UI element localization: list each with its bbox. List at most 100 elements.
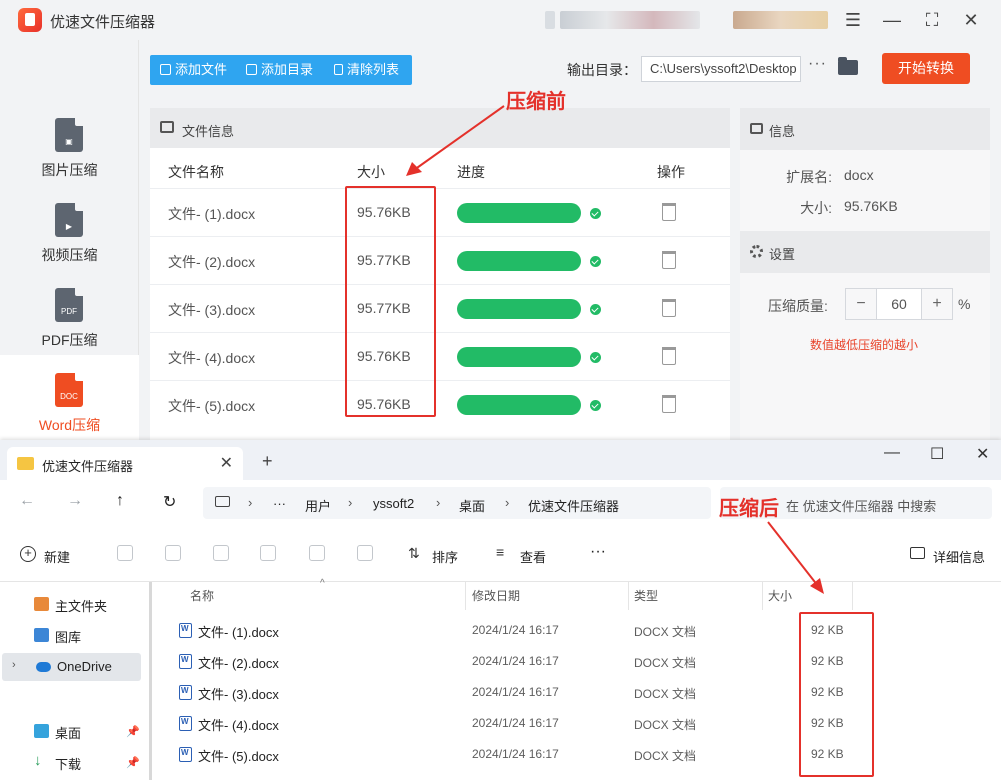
copy-icon[interactable] <box>165 545 181 561</box>
navigation-pane: 主文件夹 图库 › OneDrive 桌面 📌 ↓ 下载 📌 <box>0 582 150 780</box>
delete-icon[interactable] <box>662 299 676 317</box>
delete-icon[interactable] <box>662 347 676 365</box>
nav-item-label: 图库 <box>55 630 82 645</box>
delete-icon[interactable] <box>662 395 676 413</box>
minimize-icon[interactable]: — <box>880 8 904 32</box>
details-button[interactable]: 详细信息 <box>933 547 985 566</box>
cut-icon[interactable] <box>117 545 133 561</box>
progress-bar <box>457 347 581 367</box>
delete-icon[interactable] <box>357 545 373 561</box>
sidebar-item-label: 图片压缩 <box>41 162 98 178</box>
compressor-app-window: 优速文件压缩器 ☰ — ⛶ ✕ ▣ 图片压缩 ▶ 视频压缩 PDF PDF压缩 … <box>0 0 1001 440</box>
breadcrumb-separator: › <box>505 495 510 510</box>
info-header: 信息 <box>740 108 990 150</box>
gallery-icon <box>34 628 49 642</box>
progress-bar <box>457 395 581 415</box>
start-convert-button[interactable]: 开始转换 <box>882 53 970 84</box>
nav-item-onedrive[interactable]: › OneDrive <box>2 653 141 681</box>
refresh-button[interactable]: ↻ <box>163 492 176 512</box>
sidebar-item-video-compress[interactable]: ▶ 视频压缩 <box>0 185 139 270</box>
more-button[interactable]: ··· <box>590 543 606 561</box>
sidebar-item-word-compress[interactable]: DOC Word压缩 <box>0 355 139 440</box>
more-options-button[interactable]: ··· <box>808 55 827 73</box>
file-name: 文件- (3).docx <box>168 302 256 318</box>
breadcrumb-item[interactable]: 桌面 <box>459 496 485 515</box>
file-modified: 2024/1/24 16:17 <box>472 747 559 761</box>
view-button[interactable]: 查看 <box>520 547 546 566</box>
check-icon <box>590 352 601 363</box>
open-folder-icon[interactable] <box>838 57 858 75</box>
breadcrumb-more[interactable]: ··· <box>273 496 286 511</box>
new-button[interactable]: 新建 <box>44 547 70 566</box>
delete-icon[interactable] <box>662 251 676 269</box>
quality-decrease-button[interactable]: − <box>846 289 877 319</box>
fullscreen-icon[interactable]: ⛶ <box>920 8 944 32</box>
column-divider[interactable] <box>852 582 853 610</box>
sidebar-item-label: Word压缩 <box>38 417 101 433</box>
column-header-modified[interactable]: 修改日期 <box>472 587 520 604</box>
file-type: DOCX 文档 <box>634 656 697 670</box>
column-header-action: 操作 <box>657 164 685 180</box>
nav-item-home[interactable]: 主文件夹 <box>0 590 139 618</box>
table-row[interactable]: 文件- (1).docx 2024/1/24 16:17 DOCX 文档 92 … <box>170 615 1001 646</box>
paste-icon[interactable] <box>213 545 229 561</box>
tab-close-icon[interactable]: ✕ <box>220 453 233 473</box>
app-title: 优速文件压缩器 <box>50 14 156 31</box>
nav-item-downloads[interactable]: ↓ 下载 📌 <box>0 748 140 776</box>
back-button[interactable]: ← <box>19 492 35 510</box>
rename-icon[interactable] <box>260 545 276 561</box>
column-header-name[interactable]: 名称 <box>190 587 214 604</box>
share-icon[interactable] <box>309 545 325 561</box>
add-directory-button[interactable]: 添加目录 <box>246 55 313 85</box>
column-divider[interactable] <box>628 582 629 610</box>
menu-icon[interactable]: ☰ <box>841 8 865 32</box>
quality-input[interactable]: 60 <box>877 296 921 312</box>
extension-value: docx <box>844 167 874 183</box>
nav-pane-scrollbar[interactable] <box>149 582 152 780</box>
breadcrumb-item[interactable]: 用户 <box>305 496 331 515</box>
table-row[interactable]: 文件- (4).docx 2024/1/24 16:17 DOCX 文档 92 … <box>170 708 1001 739</box>
quality-increase-button[interactable]: + <box>921 289 952 319</box>
pin-icon[interactable]: 📌 <box>126 725 140 738</box>
address-bar[interactable]: › ··· 用户 › yssoft2 › 桌面 › 优速文件压缩器 <box>203 487 711 519</box>
sidebar-item-label: 视频压缩 <box>41 247 98 263</box>
close-icon[interactable]: ✕ <box>959 8 983 32</box>
file-name: 文件- (2).docx <box>168 254 256 270</box>
sidebar-item-image-compress[interactable]: ▣ 图片压缩 <box>0 100 139 185</box>
column-header-type[interactable]: 类型 <box>634 587 658 604</box>
breadcrumb-item[interactable]: 优速文件压缩器 <box>528 496 619 515</box>
new-tab-button[interactable]: + <box>262 451 273 472</box>
explorer-tab[interactable]: 优速文件压缩器 ✕ <box>7 447 243 480</box>
table-row[interactable]: 文件- (5).docx 2024/1/24 16:17 DOCX 文档 92 … <box>170 739 1001 770</box>
forward-button[interactable]: → <box>67 492 83 510</box>
output-dir-input[interactable]: C:\Users\yssoft2\Desktop <box>641 56 801 82</box>
minimize-button[interactable]: — <box>884 444 900 462</box>
word-doc-icon <box>179 654 192 669</box>
info-title: 信息 <box>769 124 796 139</box>
delete-icon[interactable] <box>662 203 676 221</box>
nav-item-desktop[interactable]: 桌面 📌 <box>0 717 140 745</box>
close-button[interactable]: ✕ <box>976 444 989 464</box>
clear-list-button[interactable]: 清除列表 <box>334 55 399 85</box>
table-row[interactable]: 文件- (2).docx 2024/1/24 16:17 DOCX 文档 92 … <box>170 646 1001 677</box>
cloud-icon <box>36 662 51 672</box>
file-name: 文件- (2).docx <box>198 656 279 671</box>
file-name: 文件- (4).docx <box>198 718 279 733</box>
maximize-button[interactable]: ☐ <box>930 444 944 464</box>
file-info-title: 文件信息 <box>182 124 235 139</box>
nav-item-gallery[interactable]: 图库 <box>0 621 139 649</box>
doc-file-icon: DOC <box>55 373 83 407</box>
pin-icon[interactable]: 📌 <box>126 756 140 769</box>
breadcrumb-item[interactable]: yssoft2 <box>373 496 414 511</box>
table-row[interactable]: 文件- (3).docx 2024/1/24 16:17 DOCX 文档 92 … <box>170 677 1001 708</box>
sort-button[interactable]: 排序 <box>432 547 458 566</box>
add-file-button[interactable]: 添加文件 <box>160 55 227 85</box>
up-button[interactable]: ↑ <box>116 492 124 510</box>
column-divider[interactable] <box>465 582 466 610</box>
view-icon: ≡ <box>496 544 505 560</box>
command-bar: + 新建 ⇅ 排序 ≡ 查看 ··· 详细信息 <box>0 527 1001 582</box>
info-settings-panel: 信息 扩展名: docx 大小: 95.76KB 设置 <box>740 108 990 440</box>
sidebar-item-pdf-compress[interactable]: PDF PDF压缩 <box>0 270 139 355</box>
word-doc-icon <box>179 685 192 700</box>
column-header-size: 大小 <box>357 164 385 180</box>
